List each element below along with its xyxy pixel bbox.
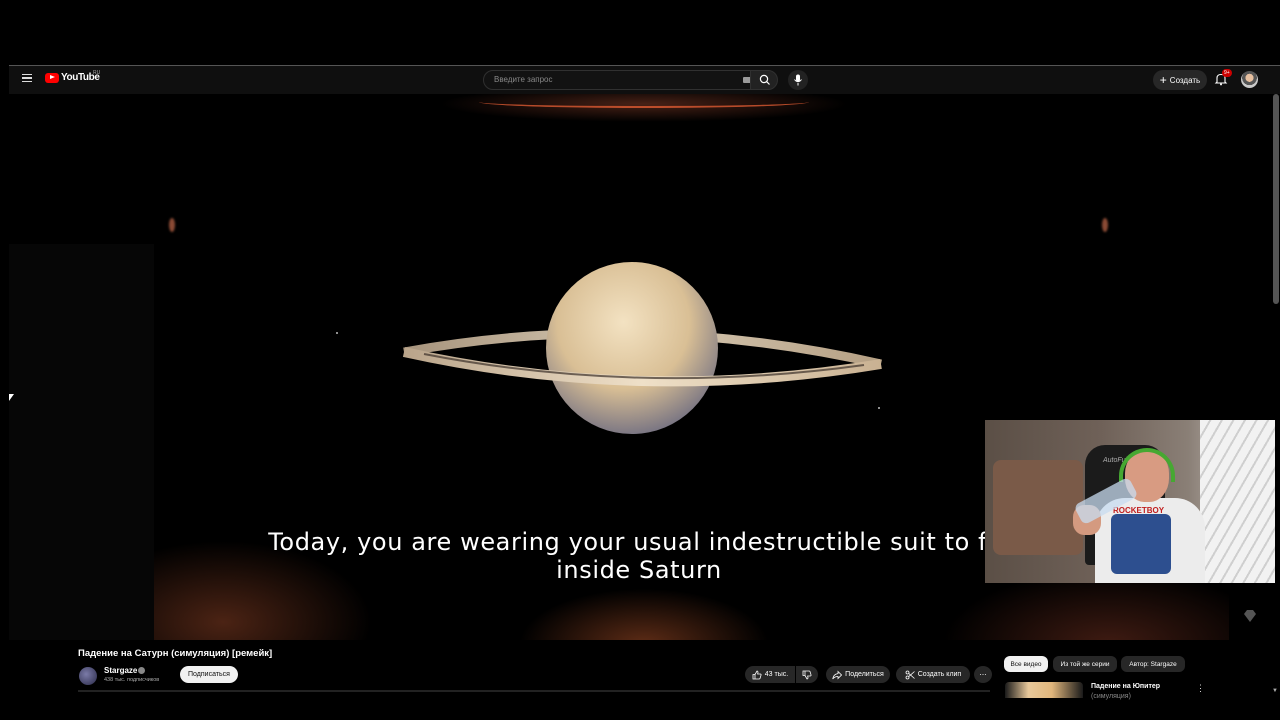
glow-light-right xyxy=(1102,218,1108,232)
video-subtitle: Today, you are wearing your usual indest… xyxy=(159,528,1119,584)
scroll-down-arrow-icon[interactable]: ▼ xyxy=(1272,688,1278,694)
frame-shadow xyxy=(9,244,154,640)
recommendation-title[interactable]: Падение на Юпитер xyxy=(1091,683,1160,690)
account-avatar[interactable] xyxy=(1241,71,1258,88)
create-label: Создать xyxy=(1169,75,1201,85)
video-title: Падение на Сатурн (симуляция) [ремейк] xyxy=(78,648,273,659)
channel-avatar[interactable] xyxy=(79,667,97,685)
webcam-sofa xyxy=(993,460,1083,555)
saturn-planet xyxy=(402,262,883,434)
chip-same-series[interactable]: Из той же серии xyxy=(1053,656,1117,672)
porthole-glow-bottom xyxy=(509,584,779,640)
glow-light-left xyxy=(169,218,175,232)
like-count: 43 тыс. xyxy=(764,671,789,678)
subscribe-button[interactable]: Подписаться xyxy=(180,666,238,683)
page-scrollbar[interactable] xyxy=(1273,94,1279,304)
verified-icon xyxy=(138,667,145,674)
video-info: Падение на Сатурн (симуляция) [ремейк] S… xyxy=(0,640,1280,720)
chip-all-videos[interactable]: Все видео xyxy=(1004,656,1048,672)
dislike-button[interactable] xyxy=(796,666,818,683)
clip-label: Создать клип xyxy=(917,671,962,678)
more-horizontal-icon: ⋯ xyxy=(979,671,987,679)
menu-icon[interactable] xyxy=(22,74,32,82)
recommendation-title-continued: (симуляция) xyxy=(1091,693,1131,700)
youtube-logo-icon xyxy=(45,72,59,83)
subtitle-line: Today, you are wearing your usual indest… xyxy=(268,528,1010,556)
create-clip-button[interactable]: Создать клип xyxy=(896,666,970,683)
like-button[interactable]: 43 тыс. xyxy=(745,666,795,683)
mouse-cursor-icon xyxy=(9,394,14,401)
thumbs-up-icon xyxy=(752,670,762,679)
diamond-watermark-icon xyxy=(1244,610,1256,622)
description-divider xyxy=(78,690,990,692)
share-label: Поделиться xyxy=(845,671,884,678)
search-button[interactable] xyxy=(750,70,778,90)
channel-name[interactable]: Stargaze xyxy=(104,666,137,675)
thumbs-down-icon xyxy=(802,670,812,679)
plus-icon: + xyxy=(1159,73,1167,87)
subtitle-line: inside Saturn xyxy=(556,556,722,584)
shirt-print xyxy=(1111,514,1171,574)
recommendation-thumbnail[interactable] xyxy=(1005,682,1083,698)
microphone-icon xyxy=(794,74,802,86)
share-button[interactable]: Поделиться xyxy=(826,666,890,683)
shirt-text: ROCKETBOY xyxy=(1113,506,1165,515)
search-input[interactable] xyxy=(492,74,726,85)
star xyxy=(336,332,338,334)
youtube-logo[interactable]: YouTube RU xyxy=(45,70,101,83)
search-box xyxy=(483,70,759,90)
more-actions-button[interactable]: ⋯ xyxy=(974,666,992,683)
streamer-webcam: AutoFull ROCKETBOY xyxy=(985,420,1275,583)
create-button[interactable]: + Создать xyxy=(1153,70,1207,90)
scissors-icon xyxy=(905,670,915,679)
porthole-glow-top xyxy=(439,94,849,122)
voice-search-button[interactable] xyxy=(788,70,808,90)
more-vertical-icon[interactable]: ⋮ xyxy=(1196,683,1205,694)
masthead: YouTube RU + Создать 9+ xyxy=(9,65,1280,94)
search-icon xyxy=(759,74,770,85)
chip-by-author[interactable]: Автор: Stargaze xyxy=(1121,656,1185,672)
notification-badge: 9+ xyxy=(1222,69,1232,77)
share-icon xyxy=(832,670,843,679)
country-code: RU xyxy=(93,70,101,76)
subscriber-count: 438 тыс. подписчиков xyxy=(104,677,160,683)
webcam-wall xyxy=(1200,420,1275,583)
